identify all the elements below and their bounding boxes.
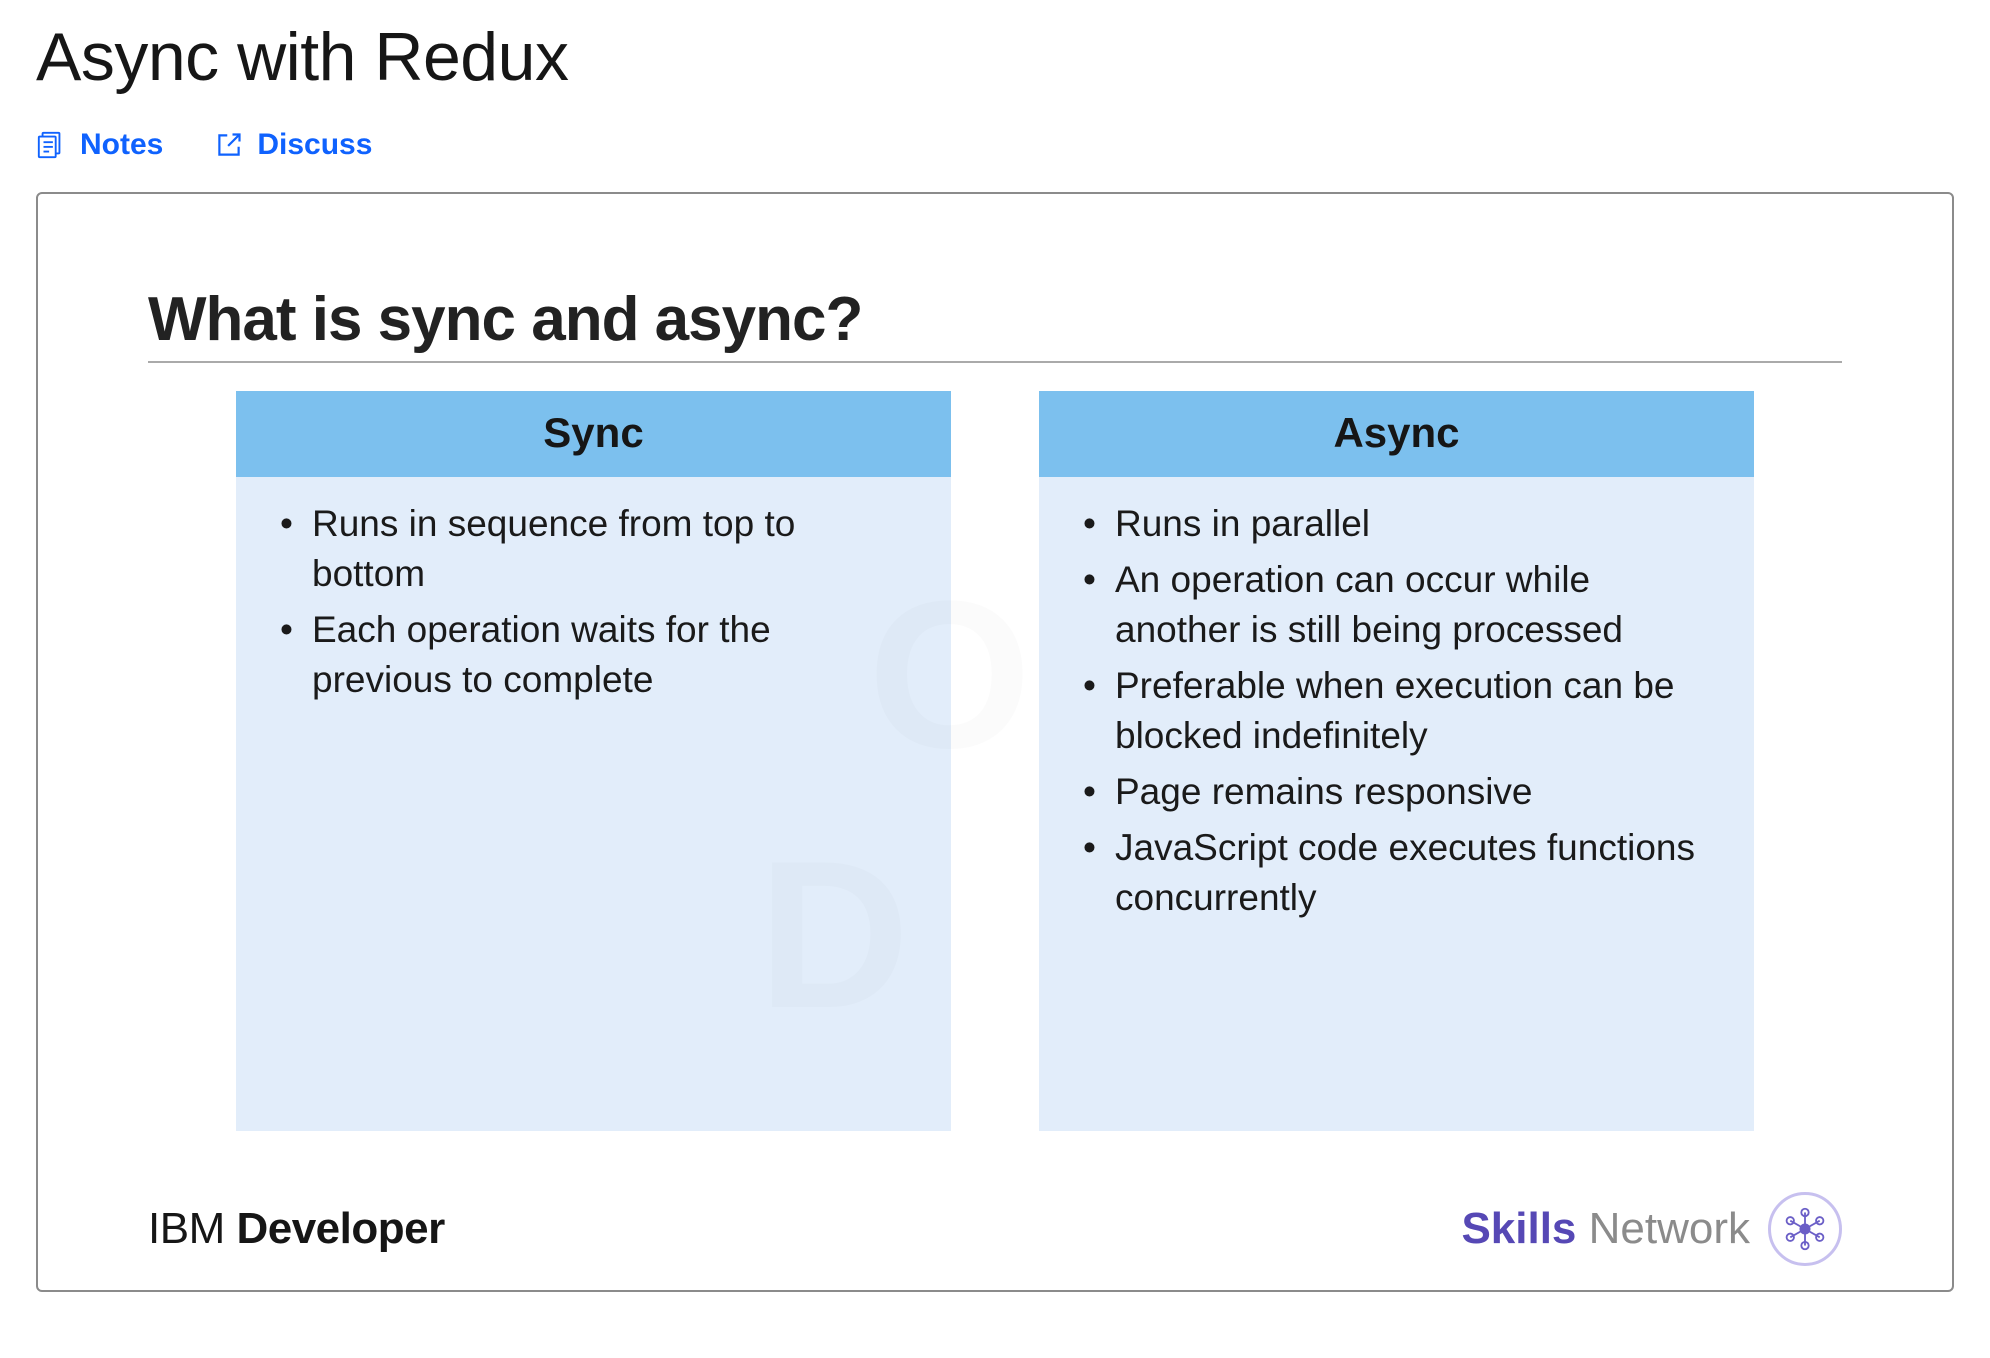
ibm-developer-logo: IBM Developer	[148, 1204, 445, 1254]
discuss-label: Discuss	[257, 128, 372, 162]
slide-frame: O D What is sync and async? Sync Runs in…	[36, 192, 1954, 1292]
skills-text: Skills	[1461, 1204, 1576, 1253]
list-item: Each operation waits for the previous to…	[272, 605, 915, 705]
list-item: Preferable when execution can be blocked…	[1075, 661, 1718, 761]
notes-icon	[36, 130, 66, 160]
notes-label: Notes	[80, 128, 163, 162]
async-card: Async Runs in parallel An operation can …	[1039, 391, 1754, 1131]
list-item: Runs in parallel	[1075, 499, 1718, 549]
discuss-button[interactable]: Discuss	[215, 128, 372, 162]
network-text: Network	[1576, 1204, 1750, 1253]
skills-network-icon	[1768, 1192, 1842, 1266]
ibm-text: IBM	[148, 1204, 236, 1253]
sync-card-header: Sync	[236, 391, 951, 477]
notes-button[interactable]: Notes	[36, 128, 163, 162]
list-item: JavaScript code executes functions concu…	[1075, 823, 1718, 923]
list-item: Page remains responsive	[1075, 767, 1718, 817]
sync-card: Sync Runs in sequence from top to bottom…	[236, 391, 951, 1131]
slide-footer: IBM Developer Skills Network	[148, 1192, 1842, 1266]
comparison-cards: Sync Runs in sequence from top to bottom…	[148, 391, 1842, 1131]
async-card-body: Runs in parallel An operation can occur …	[1039, 477, 1754, 959]
developer-text: Developer	[236, 1204, 444, 1253]
list-item: Runs in sequence from top to bottom	[272, 499, 915, 599]
external-link-icon	[215, 131, 243, 159]
action-bar: Notes Discuss	[36, 128, 1954, 162]
list-item: An operation can occur while another is …	[1075, 555, 1718, 655]
skills-network-logo: Skills Network	[1461, 1192, 1842, 1266]
slide-heading: What is sync and async?	[148, 284, 1842, 363]
sync-card-body: Runs in sequence from top to bottom Each…	[236, 477, 951, 741]
async-card-header: Async	[1039, 391, 1754, 477]
page-title: Async with Redux	[36, 18, 1954, 96]
